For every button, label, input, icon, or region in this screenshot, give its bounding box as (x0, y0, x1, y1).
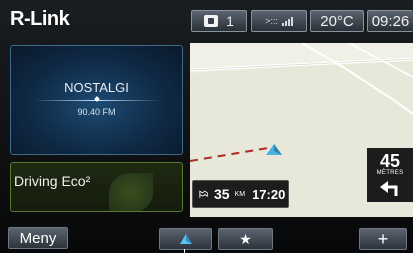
remaining-distance-unit: KM (234, 190, 246, 198)
star-icon: ★ (239, 230, 252, 247)
phone-icon (204, 15, 219, 27)
next-turn-distance: 45 (379, 151, 401, 171)
turn-left-arrow-icon (380, 181, 398, 196)
clock-display: 09:26 (367, 10, 413, 32)
selection-marker (184, 249, 185, 253)
plus-icon: + (377, 228, 389, 249)
rlink-screen: R-Link 1 >::: 20°C 09:26 NOSTALGI 90.40 … (0, 0, 413, 253)
top-bar: R-Link 1 >::: 20°C 09:26 (0, 0, 413, 40)
radio-widget[interactable]: NOSTALGI 90.40 FM (10, 45, 183, 155)
favorites-button[interactable]: ★ (218, 228, 273, 250)
destination-flag-icon (199, 189, 208, 198)
bottom-bar: Meny ★ + (0, 224, 413, 253)
rlink-logo: R-Link (10, 8, 70, 30)
navigation-arrow-icon (179, 233, 192, 244)
leaf-icon (109, 173, 153, 211)
station-name: NOSTALGI (64, 80, 129, 95)
arrival-time: 17:20 (252, 186, 286, 202)
signal-text: >::: (265, 16, 278, 26)
phone-line-number: 1 (226, 13, 234, 29)
station-frequency: 90.40 FM (77, 107, 116, 117)
trip-info-panel[interactable]: 35 KM 17:20 (192, 180, 289, 208)
remaining-distance: 35 (214, 186, 230, 202)
add-button[interactable]: + (359, 228, 407, 250)
signal-bars-icon (281, 16, 293, 26)
temperature-display: 20°C (310, 10, 364, 32)
driving-eco-widget[interactable]: Driving Eco² (10, 162, 183, 212)
phone-status[interactable]: 1 (191, 10, 247, 32)
navigation-button[interactable] (159, 228, 212, 250)
navigation-map[interactable]: 45 MÈTRES 35 KM 17:20 (190, 43, 413, 217)
menu-button[interactable]: Meny (8, 227, 68, 249)
signal-status[interactable]: >::: (251, 10, 307, 32)
next-turn-unit: MÈTRES (376, 170, 404, 176)
next-maneuver-panel: 45 MÈTRES (367, 148, 413, 202)
driving-eco-label: Driving Eco² (14, 173, 91, 189)
